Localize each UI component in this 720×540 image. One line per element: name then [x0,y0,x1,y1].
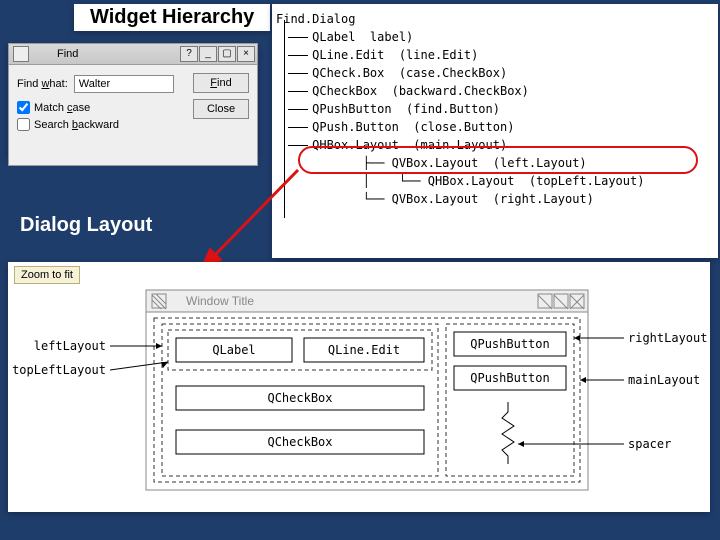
tree-item: QCheckBox (backward.CheckBox) [276,82,714,100]
window-buttons: ? _ ▢ × [180,46,255,62]
svg-text:leftLayout: leftLayout [34,339,106,353]
heading-widget-hierarchy: Widget Hierarchy [74,4,270,31]
find-dialog-body: Find what: Match case Search backward Fi… [8,65,258,166]
widget-hierarchy-tree: Find.Dialog QLabel label) QLine.Edit (li… [272,4,718,258]
svg-text:QLine.Edit: QLine.Edit [328,343,400,357]
find-button[interactable]: Find [193,73,249,93]
find-dialog-titlebar: Find ? _ ▢ × [8,43,258,65]
heading-text: Dialog Layout [20,214,152,236]
heading-text: Widget Hierarchy [90,6,254,28]
svg-text:QPushButton: QPushButton [470,337,549,351]
window-title-text: Window Title [186,294,254,308]
close-button[interactable]: Close [193,99,249,119]
svg-text:QLabel: QLabel [212,343,255,357]
tree-item: QPushButton (find.Button) [276,100,714,118]
svg-text:topLeftLayout: topLeftLayout [12,363,106,377]
tree-root: Find.Dialog [276,10,714,28]
svg-text:QPushButton: QPushButton [470,371,549,385]
tree-item: QCheck.Box (case.CheckBox) [276,64,714,82]
find-what-label: Find what: [17,78,68,90]
svg-text:spacer: spacer [628,437,671,451]
find-what-input[interactable] [74,75,174,93]
svg-text:QCheckBox: QCheckBox [267,435,332,449]
close-window-button[interactable]: × [237,46,255,62]
help-button[interactable]: ? [180,46,198,62]
maximize-button[interactable]: ▢ [218,46,236,62]
svg-text:rightLayout: rightLayout [628,331,707,345]
dialog-layout-diagram: Zoom to fit Window Title QLabel QLine.Ed… [8,262,710,512]
heading-dialog-layout: Dialog Layout [20,214,152,237]
tree-item: QLine.Edit (line.Edit) [276,46,714,64]
find-dialog: Find ? _ ▢ × Find what: Match case Searc… [8,43,258,158]
tree-item: QPush.Button (close.Button) [276,118,714,136]
tree-item: QLabel label) [276,28,714,46]
dialog-title: Find [57,48,180,60]
highlight-mainlayout [298,146,698,174]
tree-subitem: └── QVBox.Layout (right.Layout) [276,190,714,208]
svg-text:QCheckBox: QCheckBox [267,391,332,405]
search-backward-checkbox[interactable]: Search backward [17,118,249,131]
dialog-icon [13,46,29,62]
svg-text:mainLayout: mainLayout [628,373,700,387]
minimize-button[interactable]: _ [199,46,217,62]
tree-subitem: │ └── QHBox.Layout (topLeft.Layout) [276,172,714,190]
